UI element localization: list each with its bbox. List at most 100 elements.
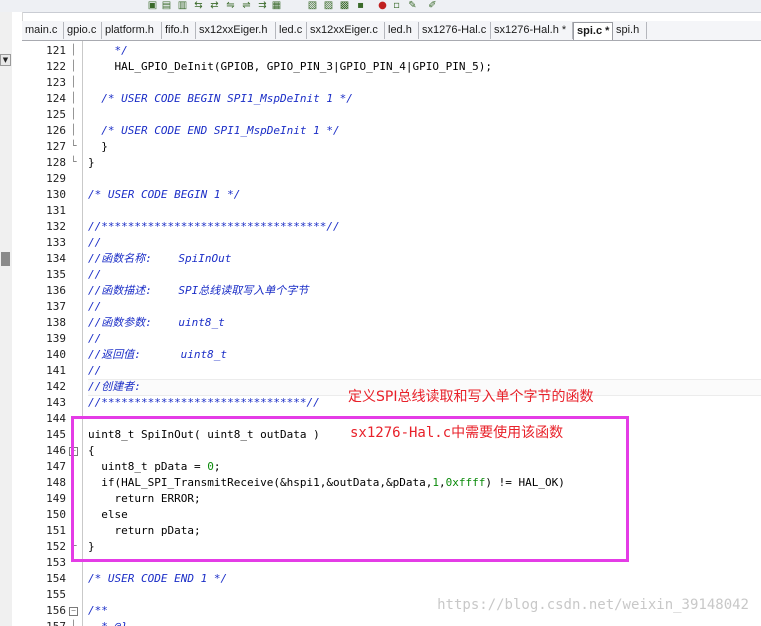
code-line[interactable]: // bbox=[88, 267, 101, 283]
code-line[interactable]: } bbox=[88, 155, 95, 171]
tab-main-c[interactable]: main.c bbox=[22, 22, 64, 39]
code-line[interactable]: /** bbox=[88, 603, 108, 619]
line-number: 129 bbox=[46, 172, 66, 185]
code-line[interactable]: // bbox=[88, 235, 101, 251]
code-line[interactable]: //函数名称: SpiInOut bbox=[88, 251, 231, 267]
line-number: 145 bbox=[46, 428, 66, 441]
step-icon[interactable]: ⇆ bbox=[192, 0, 205, 11]
code-line[interactable]: //返回值: uint8_t bbox=[88, 347, 227, 363]
step-over-icon[interactable]: ⇄ bbox=[208, 0, 221, 11]
code-line[interactable]: //*******************************// bbox=[88, 395, 320, 411]
code-line[interactable]: // bbox=[88, 363, 101, 379]
line-number: 133 bbox=[46, 236, 66, 249]
fold-line-marker: │ bbox=[70, 61, 77, 72]
line-number: 137 bbox=[46, 300, 66, 313]
breakpoint-kill-icon[interactable]: ● bbox=[376, 0, 389, 11]
line-number: 138 bbox=[46, 316, 66, 329]
code-line[interactable]: */ bbox=[88, 43, 127, 59]
fold-collapse-icon[interactable]: − bbox=[69, 607, 78, 616]
download-icon[interactable]: ▥ bbox=[176, 0, 189, 11]
line-number: 121 bbox=[46, 44, 66, 57]
line-number: 142 bbox=[46, 380, 66, 393]
line-number: 154 bbox=[46, 572, 66, 585]
tab-platform-h[interactable]: platform.h bbox=[102, 22, 162, 39]
tab-spi-c[interactable]: spi.c * bbox=[573, 22, 613, 40]
scrollbar-thumb[interactable] bbox=[1, 252, 10, 266]
breakpoint-disable-icon[interactable]: ▪ bbox=[354, 0, 367, 11]
code-line[interactable]: // bbox=[88, 331, 101, 347]
fold-end-marker: └ bbox=[70, 141, 77, 152]
show-icon[interactable]: ▦ bbox=[270, 0, 283, 11]
tab-led-h[interactable]: led.h bbox=[385, 22, 419, 39]
line-number: 123 bbox=[46, 76, 66, 89]
line-number: 146 bbox=[46, 444, 66, 457]
tab-sx1276-hal-h[interactable]: sx1276-Hal.h * bbox=[491, 22, 573, 39]
line-number: 153 bbox=[46, 556, 66, 569]
line-number: 148 bbox=[46, 476, 66, 489]
line-number: 126 bbox=[46, 124, 66, 137]
line-number: 155 bbox=[46, 588, 66, 601]
tab-sx1276-hal-c[interactable]: sx1276-Hal.c bbox=[419, 22, 491, 39]
fold-line-marker: │ bbox=[70, 125, 77, 136]
line-number: 136 bbox=[46, 284, 66, 297]
fold-line-marker: │ bbox=[69, 619, 78, 626]
line-number: 151 bbox=[46, 524, 66, 537]
breakpoint-list-icon[interactable]: ▨ bbox=[322, 0, 335, 11]
line-number: 141 bbox=[46, 364, 66, 377]
code-line[interactable]: } bbox=[88, 139, 108, 155]
breakpoint-enable-icon[interactable]: ▩ bbox=[338, 0, 351, 11]
line-number: 140 bbox=[46, 348, 66, 361]
breakpoint-options-icon[interactable]: ▫ bbox=[390, 0, 403, 11]
debug-start-icon[interactable]: ✎ bbox=[406, 0, 419, 11]
fold-line-marker: │ bbox=[70, 77, 77, 88]
tab-led-c[interactable]: led.c bbox=[276, 22, 307, 39]
code-line[interactable]: * @} bbox=[88, 619, 128, 626]
code-line[interactable]: /* USER CODE END SPI1_MspDeInit 1 */ bbox=[88, 123, 339, 139]
line-number: 143 bbox=[46, 396, 66, 409]
watermark: https://blog.csdn.net/weixin_39148042 bbox=[437, 597, 749, 613]
annotation-text-2: sx1276-Hal.c中需要使用该函数 bbox=[350, 425, 564, 441]
code-line[interactable]: // bbox=[88, 299, 101, 315]
line-number: 134 bbox=[46, 252, 66, 265]
file-tab-bar: main.c gpio.c platform.h fifo.h sx12xxEiger.… bbox=[22, 21, 761, 41]
code-line[interactable]: //函数描述: SPI总线读取写入单个字节 bbox=[88, 283, 308, 299]
line-number: 127 bbox=[46, 140, 66, 153]
annotation-text-1: 定义SPI总线读取和写入单个字节的函数 bbox=[348, 389, 594, 405]
code-line[interactable]: //**********************************// bbox=[88, 219, 340, 235]
tab-fifo-h[interactable]: fifo.h bbox=[162, 22, 196, 39]
next-statement-icon[interactable]: ⇉ bbox=[256, 0, 269, 11]
toolbar: ▣ ▤ ▥ ⇆ ⇄ ⇋ ⇌ ⇉ ▦ ▧ ▨ ▩ ▪ ● ▫ ✎ ✐ bbox=[0, 0, 761, 13]
run-to-cursor-icon[interactable]: ⇌ bbox=[240, 0, 253, 11]
tab-spi-h[interactable]: spi.h bbox=[613, 22, 647, 39]
fold-line-marker: │ bbox=[70, 109, 77, 120]
tab-sx12xxeiger-h[interactable]: sx12xxEiger.h bbox=[196, 22, 276, 39]
line-number: 139 bbox=[46, 332, 66, 345]
line-number: 135 bbox=[46, 268, 66, 281]
chevron-down-icon[interactable]: ▼ bbox=[0, 54, 11, 66]
code-line[interactable]: /* USER CODE BEGIN 1 */ bbox=[88, 187, 240, 203]
line-number: 149 bbox=[46, 492, 66, 505]
code-line[interactable]: //创建者: bbox=[88, 379, 141, 395]
code-line[interactable]: /* USER CODE BEGIN SPI1_MspDeInit 1 */ bbox=[88, 91, 353, 107]
tab-gpio-c[interactable]: gpio.c bbox=[64, 22, 102, 39]
tab-sx12xxeiger-c[interactable]: sx12xxEiger.c bbox=[307, 22, 385, 39]
line-number: 125 bbox=[46, 108, 66, 121]
code-line[interactable]: /* USER CODE END 1 */ bbox=[88, 571, 227, 587]
line-number: 156 bbox=[46, 604, 66, 617]
code-line[interactable]: //函数参数: uint8_t bbox=[88, 315, 225, 331]
line-number: 130 bbox=[46, 188, 66, 201]
fold-end-marker: └ bbox=[70, 157, 77, 168]
fold-line-marker: │ bbox=[70, 45, 77, 56]
line-number: 124 bbox=[46, 92, 66, 105]
line-number: 157 bbox=[22, 619, 66, 626]
build-icon[interactable]: ▣ bbox=[146, 0, 159, 11]
line-number: 132 bbox=[46, 220, 66, 233]
line-number: 147 bbox=[46, 460, 66, 473]
code-line[interactable]: HAL_GPIO_DeInit(GPIOB, GPIO_PIN_3|GPIO_P… bbox=[88, 59, 492, 75]
step-out-icon[interactable]: ⇋ bbox=[224, 0, 237, 11]
debug-settings-icon[interactable]: ✐ bbox=[426, 0, 439, 11]
rebuild-icon[interactable]: ▤ bbox=[160, 0, 173, 11]
breakpoint-insert-icon[interactable]: ▧ bbox=[306, 0, 319, 11]
line-number: 122 bbox=[46, 60, 66, 73]
line-number: 150 bbox=[46, 508, 66, 521]
